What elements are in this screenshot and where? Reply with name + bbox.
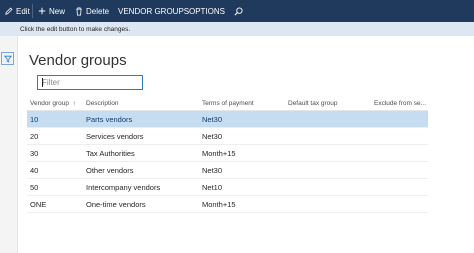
new-button-label: New [49,6,66,16]
edit-button-label: Edit [16,6,30,16]
tab-vendor-groups[interactable]: VENDOR GROUPS [118,0,189,22]
filter-pane-strip [0,36,18,253]
table-row[interactable]: 30 Tax Authorities Month+15 [27,145,428,162]
grid-header: Vendor group ↑ Description Terms of paym… [27,96,428,111]
table-row[interactable]: 20 Services vendors Net30 [27,128,428,145]
message-text: Click the edit button to make changes. [20,25,131,33]
column-header-label: Exclude from se... [374,100,427,107]
cell-terms-of-payment: Month+15 [202,200,236,209]
cell-vendor-group: 50 [30,183,39,192]
cell-vendor-group: 20 [30,132,39,141]
tab-options[interactable]: OPTIONS [189,0,225,22]
delete-button-label: Delete [86,6,110,16]
cell-exclude [374,196,428,213]
filter-input[interactable] [42,78,142,87]
filter-field[interactable] [37,75,143,90]
cell-vendor-group: 30 [30,149,39,158]
new-button[interactable]: New [38,0,65,22]
column-header-terms-of-payment[interactable]: Terms of payment [202,96,287,111]
cell-terms-of-payment: Month+15 [202,149,236,158]
cell-description: Tax Authorities [86,149,135,158]
cell-terms-of-payment: Net30 [202,115,223,124]
vendor-groups-grid: Vendor group ↑ Description Terms of paym… [27,96,428,213]
cell-exclude [374,145,428,162]
plus-icon [38,7,46,15]
toolbar-divider [32,4,33,18]
cell-default-tax-group [288,128,373,145]
cell-terms-of-payment: Net30 [202,132,223,141]
table-row[interactable]: 10 Parts vendors Net30 [27,111,428,128]
column-header-description[interactable]: Description [86,96,201,111]
sort-ascending-icon: ↑ [73,100,77,107]
cell-default-tax-group [288,111,373,128]
cell-default-tax-group [288,179,373,196]
cell-description: Intercompany vendors [86,183,161,192]
edit-button[interactable]: Edit [5,0,30,22]
cell-description: One-time vendors [86,200,146,209]
search-button[interactable] [234,0,246,22]
text-caret [42,78,43,87]
column-header-exclude-from-settlement[interactable]: Exclude from se... [374,96,428,111]
cell-terms-of-payment: Net30 [202,166,223,175]
cell-exclude [374,179,428,196]
cell-default-tax-group [288,196,373,213]
show-filters-button[interactable] [1,52,14,65]
pencil-icon [5,7,13,15]
trash-icon [75,7,83,16]
cell-exclude [374,111,428,128]
cell-terms-of-payment: Net10 [202,183,223,192]
column-header-label: Vendor group [30,100,70,107]
column-header-label: Description [86,100,119,107]
column-header-label: Terms of payment [202,100,254,107]
cell-exclude [374,162,428,179]
page-title: Vendor groups [29,52,127,69]
delete-button[interactable]: Delete [75,0,109,22]
tab-vendor-groups-label: VENDOR GROUPS [118,6,190,16]
action-pane: Edit New Delete VENDOR GROUPS OPTIONS [0,0,474,22]
cell-description: Services vendors [86,132,144,141]
tab-options-label: OPTIONS [189,6,226,16]
table-row[interactable]: 40 Other vendors Net30 [27,162,428,179]
cell-vendor-group: ONE [30,200,47,209]
column-header-default-tax-group[interactable]: Default tax group [288,96,373,111]
cell-default-tax-group [288,162,373,179]
cell-description: Other vendors [86,166,134,175]
funnel-icon [3,50,12,68]
table-row[interactable]: 50 Intercompany vendors Net10 [27,179,428,196]
column-header-label: Default tax group [288,100,338,107]
column-header-vendor-group[interactable]: Vendor group ↑ [30,96,85,111]
cell-vendor-group: 40 [30,166,39,175]
cell-exclude [374,128,428,145]
table-row[interactable]: ONE One-time vendors Month+15 [27,196,428,213]
cell-default-tax-group [288,145,373,162]
search-icon [234,6,243,16]
message-bar: Click the edit button to make changes. [0,22,474,36]
cell-vendor-group: 10 [30,115,39,124]
cell-description: Parts vendors [86,115,133,124]
